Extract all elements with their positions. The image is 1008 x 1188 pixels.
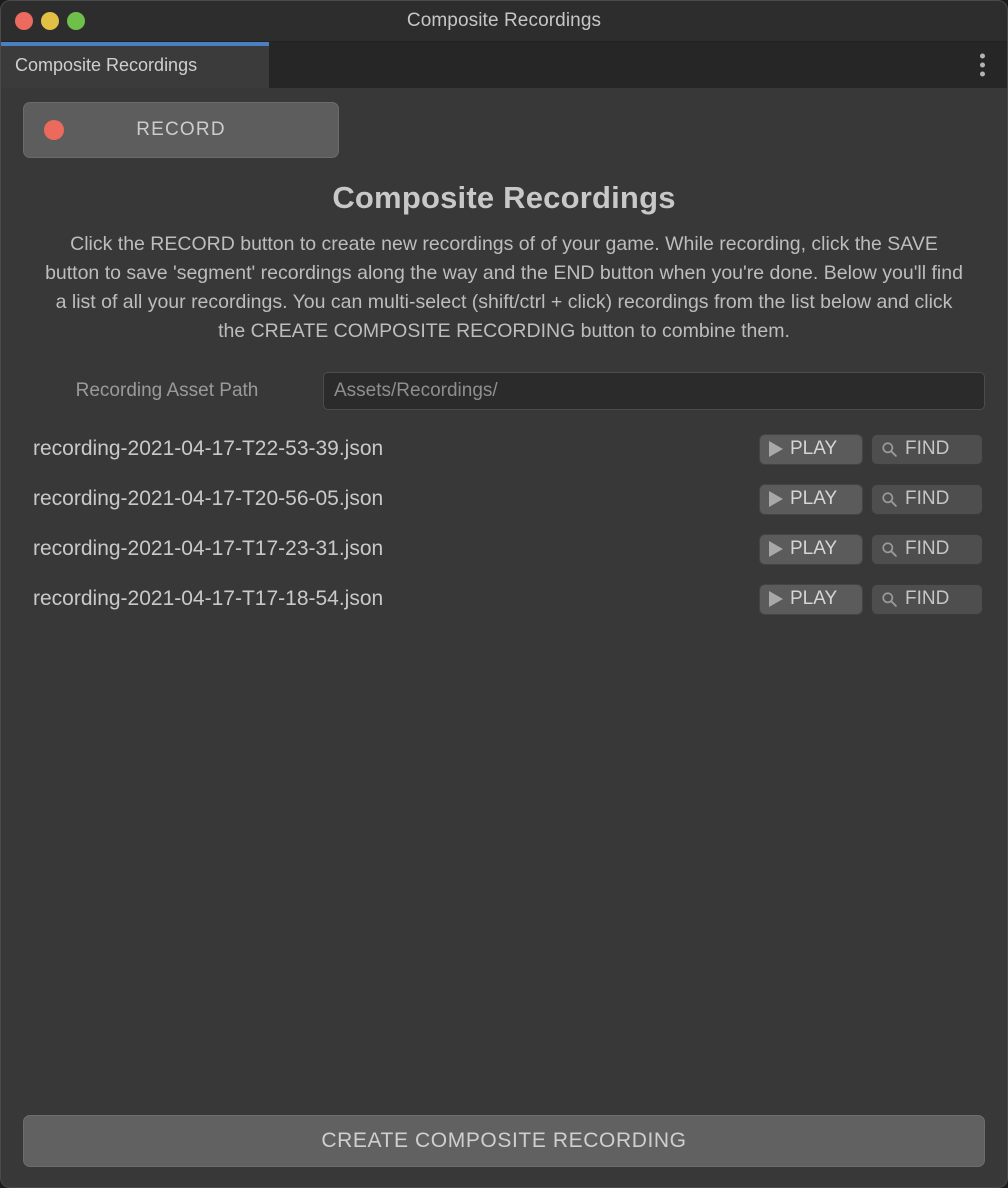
find-button-label: FIND (905, 538, 950, 559)
play-triangle-icon (769, 541, 783, 557)
magnifier-icon (882, 441, 897, 457)
minimize-window-button[interactable] (41, 12, 59, 30)
record-dot-icon (44, 120, 64, 140)
magnifier-icon (882, 541, 897, 557)
record-button-label: RECORD (136, 119, 226, 140)
row-actions: PLAY FIND (759, 533, 983, 565)
kebab-dot-1 (980, 53, 985, 59)
asset-path-input[interactable] (323, 372, 985, 410)
kebab-dot-3 (980, 71, 985, 77)
list-item[interactable]: recording-2021-04-17-T22-53-39.json PLAY… (1, 424, 1007, 474)
list-item[interactable]: recording-2021-04-17-T20-56-05.json PLAY… (1, 474, 1007, 524)
play-triangle-icon (769, 491, 783, 507)
page-title: Composite Recordings (332, 180, 676, 215)
play-button[interactable]: PLAY (759, 533, 863, 565)
page-description: Click the RECORD button to create new re… (45, 233, 963, 342)
find-button-label: FIND (905, 438, 950, 459)
recording-name: recording-2021-04-17-T22-53-39.json (33, 437, 384, 460)
record-row: RECORD (1, 88, 1007, 158)
play-triangle-icon (769, 441, 783, 457)
play-triangle-icon (769, 591, 783, 607)
window-title: Composite Recordings (406, 10, 602, 31)
window-body: RECORD Composite Recordings Click the RE… (1, 88, 1007, 1187)
row-actions: PLAY FIND (759, 433, 983, 465)
record-button[interactable]: RECORD (23, 102, 339, 158)
asset-path-row: Recording Asset Path (23, 372, 985, 410)
create-composite-recording-button[interactable]: CREATE COMPOSITE RECORDING (23, 1115, 985, 1167)
close-window-button[interactable] (15, 12, 33, 30)
maximize-window-button[interactable] (67, 12, 85, 30)
play-button-label: PLAY (790, 488, 838, 509)
list-item[interactable]: recording-2021-04-17-T17-23-31.json PLAY… (1, 524, 1007, 574)
tab-label: Composite Recordings (15, 54, 198, 75)
asset-path-label: Recording Asset Path (75, 380, 259, 401)
row-actions: PLAY FIND (759, 583, 983, 615)
find-button[interactable]: FIND (871, 533, 983, 565)
recordings-list: recording-2021-04-17-T22-53-39.json PLAY… (1, 424, 1007, 1115)
magnifier-icon (882, 591, 897, 607)
kebab-dot-2 (980, 62, 985, 68)
play-button[interactable]: PLAY (759, 583, 863, 615)
list-item[interactable]: recording-2021-04-17-T17-18-54.json PLAY… (1, 574, 1007, 624)
footer: CREATE COMPOSITE RECORDING (1, 1115, 1007, 1187)
play-button-label: PLAY (790, 538, 838, 559)
recording-name: recording-2021-04-17-T20-56-05.json (33, 487, 384, 510)
row-actions: PLAY FIND (759, 483, 983, 515)
find-button-label: FIND (905, 588, 950, 609)
tab-strip: Composite Recordings (1, 42, 1007, 88)
find-button[interactable]: FIND (871, 433, 983, 465)
kebab-menu-icon[interactable] (980, 53, 985, 77)
title-bar: Composite Recordings (1, 1, 1007, 42)
recording-name: recording-2021-04-17-T17-18-54.json (33, 587, 384, 610)
play-button-label: PLAY (790, 588, 838, 609)
editor-window: Composite Recordings Composite Recording… (0, 0, 1008, 1188)
find-button[interactable]: FIND (871, 583, 983, 615)
play-button[interactable]: PLAY (759, 433, 863, 465)
recording-name: recording-2021-04-17-T17-23-31.json (33, 537, 384, 560)
play-button[interactable]: PLAY (759, 483, 863, 515)
find-button-label: FIND (905, 488, 950, 509)
tab-composite-recordings[interactable]: Composite Recordings (1, 42, 269, 88)
window-controls (1, 12, 85, 30)
play-button-label: PLAY (790, 438, 838, 459)
find-button[interactable]: FIND (871, 483, 983, 515)
magnifier-icon (882, 491, 897, 507)
